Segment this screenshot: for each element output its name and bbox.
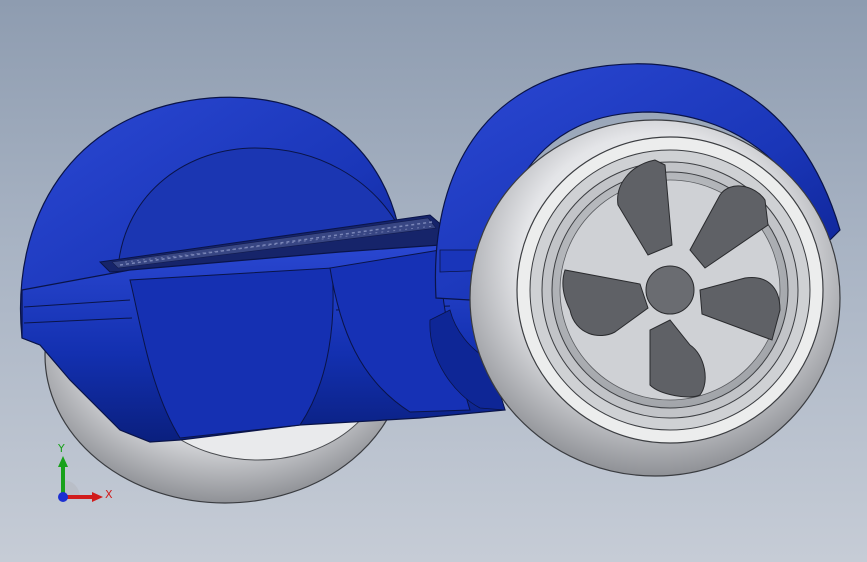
hoverboard-model[interactable] (0, 0, 867, 562)
z-axis-dot (58, 492, 68, 502)
x-axis-label: X (105, 488, 113, 501)
y-axis-label: Y (57, 442, 65, 455)
cad-viewport[interactable]: Y X (0, 0, 867, 562)
coordinate-triad[interactable]: Y X (50, 440, 120, 510)
right-wheel[interactable] (469, 119, 841, 477)
